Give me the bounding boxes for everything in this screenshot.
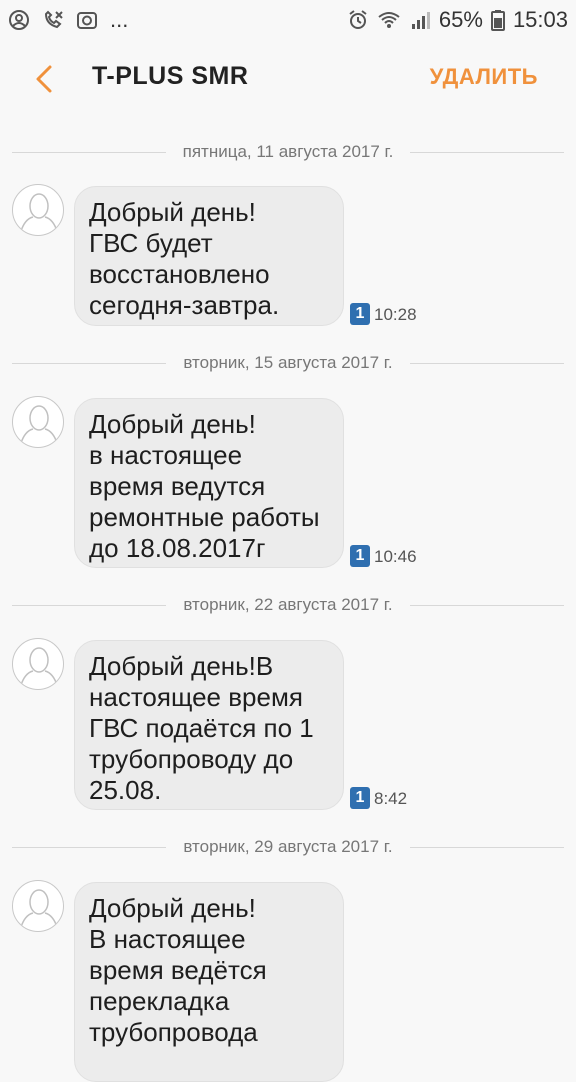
sim-badge: 1 [350, 787, 370, 809]
sim-badge: 1 [350, 303, 370, 325]
message-time: 10:28 [374, 305, 417, 324]
person-icon [20, 193, 58, 232]
contact-avatar[interactable] [12, 396, 64, 448]
contact-avatar[interactable] [12, 638, 64, 690]
clock: 15:03 [512, 7, 568, 32]
conversation-title: T-PLUS SMR [92, 62, 249, 90]
message-time: 10:46 [374, 547, 417, 566]
contact-avatar[interactable] [12, 880, 64, 932]
person-icon [20, 647, 58, 686]
date-separator: вторник, 22 августа 2017 г. [12, 593, 564, 617]
more-notifications-text: ... [110, 7, 129, 32]
back-arrow-icon[interactable] [28, 62, 62, 96]
status-bar: ... 65% 15:03 [0, 0, 576, 40]
contact-avatar[interactable] [12, 184, 64, 236]
battery-percent: 65% [438, 7, 483, 32]
message-bubble[interactable]: Добрый день!В настоящее время ГВС подаёт… [74, 640, 344, 810]
date-separator: вторник, 29 августа 2017 г. [12, 835, 564, 859]
delete-button[interactable]: УДАЛИТЬ [430, 64, 538, 90]
sim-badge: 1 [350, 545, 370, 567]
alarm-icon [349, 10, 367, 29]
message-bubble[interactable]: Добрый день! В настоящее время ведётся п… [74, 882, 344, 1082]
account-icon [9, 10, 29, 30]
signal-icon [411, 12, 430, 29]
camera-icon [77, 12, 97, 29]
message-bubble[interactable]: Добрый день! ГВС будет восстановлено сег… [74, 186, 344, 326]
person-icon [20, 405, 58, 444]
person-icon [20, 889, 58, 928]
missed-call-icon [44, 10, 63, 29]
date-separator: вторник, 15 августа 2017 г. [12, 351, 564, 375]
battery-icon [490, 10, 505, 31]
message-bubble[interactable]: Добрый день! в настоящее время ведутся р… [74, 398, 344, 568]
wifi-icon [378, 12, 400, 28]
conversation-header: T-PLUS SMR УДАЛИТЬ [0, 40, 576, 116]
date-separator: пятница, 11 августа 2017 г. [12, 140, 564, 164]
message-time: 8:42 [374, 789, 408, 808]
